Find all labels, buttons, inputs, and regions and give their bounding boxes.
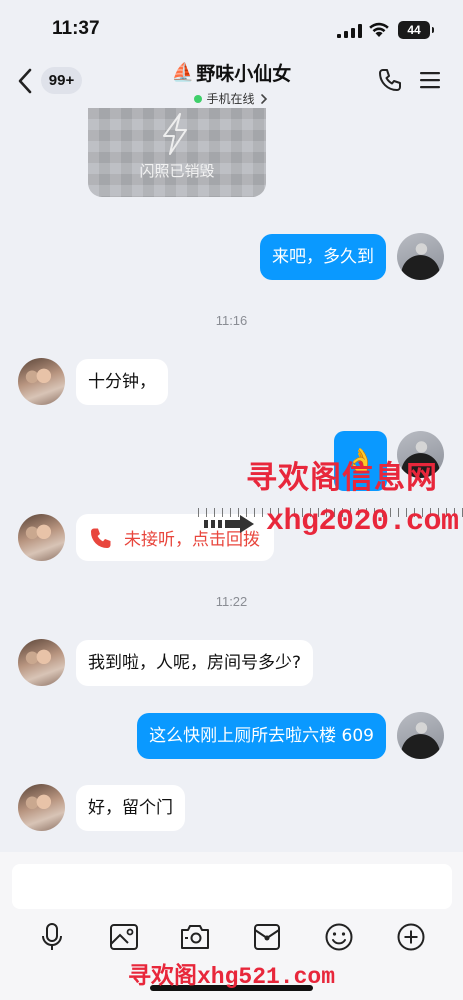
battery-indicator: 44 xyxy=(398,21,434,39)
phone-call-icon[interactable] xyxy=(377,67,403,93)
chat-header: 99+ ⛵ 野味小仙女 手机在线 xyxy=(0,58,463,108)
contact-avatar[interactable] xyxy=(18,514,65,561)
message-input[interactable] xyxy=(12,864,452,909)
sailboat-icon: ⛵ xyxy=(171,62,195,83)
status-bar: 11:37 44 xyxy=(0,0,463,58)
mic-icon[interactable] xyxy=(37,922,67,952)
watermark-footer: 寻欢阁xhg521.com xyxy=(0,956,463,990)
contact-avatar[interactable] xyxy=(18,358,65,405)
timestamp: 11:16 xyxy=(215,313,248,328)
online-dot-icon xyxy=(194,94,203,103)
watermark-text: 寻欢阁信息网 xyxy=(246,460,438,496)
lightning-icon xyxy=(163,113,187,155)
online-status[interactable]: 手机在线 xyxy=(194,90,268,107)
wifi-icon xyxy=(369,22,389,37)
message-bubble-incoming[interactable]: 十分钟， xyxy=(76,359,168,405)
message-bubble-outgoing[interactable]: 来吧，多久到 xyxy=(260,234,386,280)
contact-name: 野味小仙女 xyxy=(196,63,292,85)
signal-icon xyxy=(337,24,362,38)
chevron-right-icon xyxy=(260,93,267,104)
watermark-footer-url: xhg521.com xyxy=(196,964,336,990)
watermark-url: xhg2020.com xyxy=(266,505,459,539)
composer-toolbar xyxy=(0,922,463,954)
menu-icon[interactable] xyxy=(419,71,441,89)
camera-icon[interactable] xyxy=(180,922,210,952)
my-avatar[interactable] xyxy=(397,712,444,759)
red-envelope-icon[interactable] xyxy=(252,922,282,952)
online-status-text: 手机在线 xyxy=(206,92,255,106)
message-bubble-incoming[interactable]: 好，留个门 xyxy=(76,785,185,831)
contact-avatar[interactable] xyxy=(18,784,65,831)
watermark-footer-cn: 寻欢阁 xyxy=(127,963,197,989)
timestamp: 11:22 xyxy=(215,594,248,609)
message-bubble-outgoing[interactable]: 这么快刚上厕所去啦六楼 609 xyxy=(137,713,386,759)
emoji-icon[interactable] xyxy=(324,922,354,952)
message-bubble-incoming[interactable]: 我到啦，人呢，房间号多少? xyxy=(76,640,314,686)
contact-avatar[interactable] xyxy=(18,639,65,686)
page-title: ⛵ 野味小仙女 xyxy=(172,59,291,86)
my-avatar[interactable] xyxy=(397,233,444,280)
flash-photo-label: 闪照已销毁 xyxy=(139,162,215,180)
status-time: 11:37 xyxy=(52,18,100,39)
image-icon[interactable] xyxy=(109,922,139,952)
arrow-right-icon xyxy=(204,515,254,533)
flash-photo-destroyed[interactable]: 闪照已销毁 xyxy=(88,108,266,197)
phone-missed-icon xyxy=(90,528,111,548)
plus-icon[interactable] xyxy=(396,922,426,952)
